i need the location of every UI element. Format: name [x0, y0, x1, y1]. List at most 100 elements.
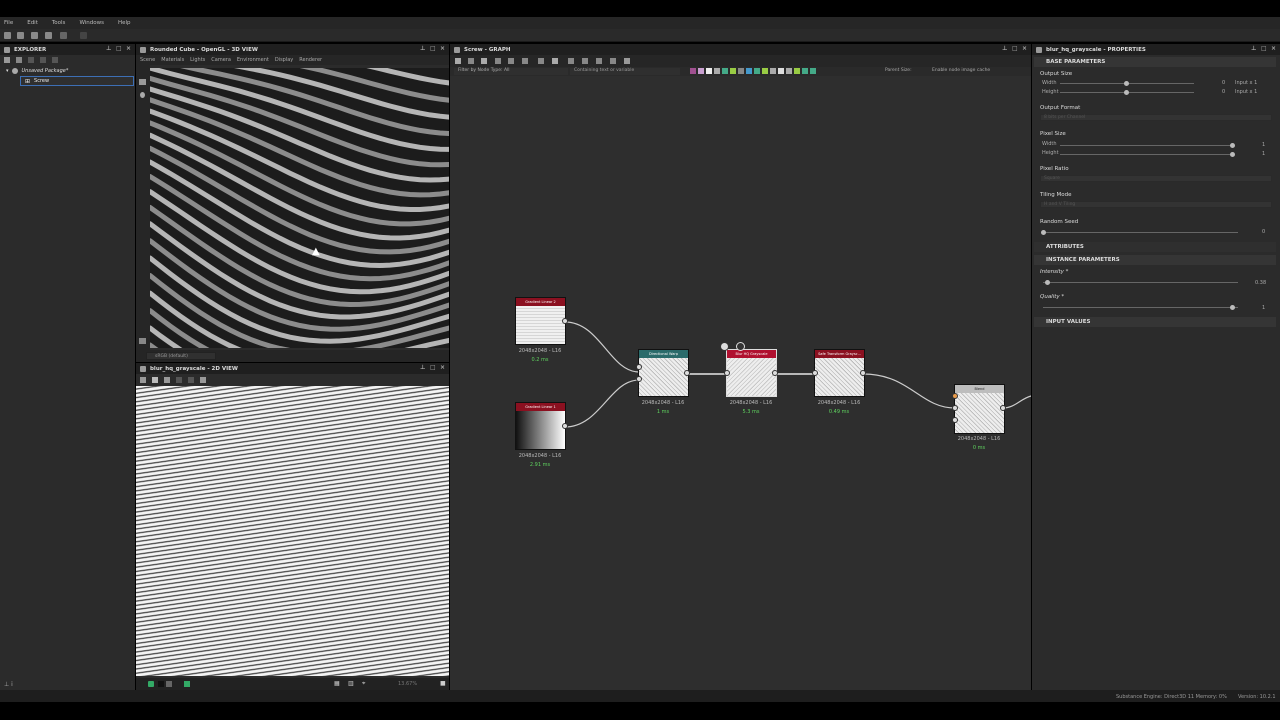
- intensity-slider[interactable]: [1043, 280, 1238, 285]
- grid-icon[interactable]: ▦: [334, 680, 340, 687]
- bg-black-icon[interactable]: [158, 681, 164, 687]
- new-graph-icon[interactable]: [17, 32, 24, 39]
- slider-knob[interactable]: [1230, 305, 1235, 310]
- colorspace-select[interactable]: sRGB (default): [146, 352, 216, 360]
- menu-scene[interactable]: Scene: [140, 57, 155, 63]
- output-width-slider[interactable]: [1060, 81, 1194, 86]
- alpha-icon[interactable]: [176, 377, 182, 383]
- open-icon[interactable]: [31, 32, 38, 39]
- close-icon[interactable]: ×: [1271, 46, 1276, 52]
- output-port[interactable]: [684, 370, 690, 376]
- bg-check-icon[interactable]: [184, 681, 190, 687]
- output-port[interactable]: [860, 370, 866, 376]
- output-height-mode[interactable]: Input x 1: [1235, 89, 1257, 95]
- chart-icon[interactable]: ▥: [348, 680, 354, 687]
- node-settings-icon[interactable]: [736, 342, 745, 351]
- input-values-section[interactable]: INPUT VALUES: [1034, 317, 1276, 327]
- tiling-mode-select[interactable]: H and V Tiling: [1040, 201, 1272, 208]
- close-icon[interactable]: ×: [440, 365, 445, 371]
- menu-environment[interactable]: Environment: [237, 57, 269, 63]
- attributes-section[interactable]: ATTRIBUTES: [1034, 242, 1276, 252]
- pixel-ratio-select[interactable]: Square: [1040, 175, 1272, 182]
- node-blur-hq-grayscale[interactable]: Blur HQ Grayscale: [726, 349, 777, 397]
- new-icon[interactable]: [4, 32, 11, 39]
- menu-display[interactable]: Display: [275, 57, 293, 63]
- copy-icon[interactable]: [164, 377, 170, 383]
- undo-icon[interactable]: [60, 32, 67, 39]
- tree-icon[interactable]: ⊥: [4, 681, 9, 688]
- expand-arrow-icon[interactable]: ▾: [6, 68, 9, 74]
- histogram-icon[interactable]: [200, 377, 206, 383]
- slider-knob[interactable]: [1124, 90, 1129, 95]
- float-icon[interactable]: □: [430, 46, 436, 52]
- node-gradient-linear-2[interactable]: Gradient Linear 2: [515, 297, 566, 345]
- output-height-slider[interactable]: [1060, 90, 1194, 95]
- output-port[interactable]: [772, 370, 778, 376]
- info-icon[interactable]: i: [11, 681, 13, 688]
- menu-lights[interactable]: Lights: [190, 57, 205, 63]
- float-icon[interactable]: □: [1261, 46, 1267, 52]
- save-package-icon[interactable]: [4, 57, 10, 63]
- slider-knob[interactable]: [1230, 152, 1235, 157]
- close-icon[interactable]: ×: [440, 46, 445, 52]
- pin-icon[interactable]: ⊥: [420, 46, 425, 52]
- node-blend[interactable]: Blend: [954, 384, 1005, 434]
- view3d-viewport[interactable]: ▲: [150, 68, 449, 348]
- slider-knob[interactable]: [1041, 230, 1046, 235]
- input-port-mask[interactable]: [952, 417, 958, 423]
- camera-icon[interactable]: [139, 79, 146, 85]
- output-port[interactable]: [562, 423, 568, 429]
- pixel-width-slider[interactable]: [1060, 143, 1235, 148]
- quality-slider[interactable]: [1043, 305, 1238, 310]
- frame-icon[interactable]: ⌖: [362, 680, 365, 688]
- menu-file[interactable]: File: [4, 20, 13, 26]
- base-parameters-section[interactable]: BASE PARAMETERS: [1034, 57, 1276, 67]
- bg-gray-icon[interactable]: [166, 681, 172, 687]
- menu-edit[interactable]: Edit: [27, 20, 38, 26]
- node-directional-warp[interactable]: Directional Warp: [638, 349, 689, 397]
- graph-item-screw[interactable]: ⊞ Screw: [20, 76, 134, 86]
- output-port[interactable]: [1000, 405, 1006, 411]
- menu-help[interactable]: Help: [118, 20, 131, 26]
- instance-parameters-section[interactable]: INSTANCE PARAMETERS: [1034, 255, 1276, 265]
- input-port-background[interactable]: [952, 405, 958, 411]
- slider-knob[interactable]: [1230, 143, 1235, 148]
- close-icon[interactable]: ×: [126, 46, 131, 52]
- lock-icon[interactable]: ■: [440, 680, 446, 687]
- menu-camera[interactable]: Camera: [211, 57, 231, 63]
- random-seed-slider[interactable]: [1041, 230, 1238, 235]
- float-icon[interactable]: □: [430, 365, 436, 371]
- redo-icon[interactable]: [80, 32, 87, 39]
- save-icon[interactable]: [45, 32, 52, 39]
- pin-icon[interactable]: ⊥: [420, 365, 425, 371]
- slider-knob[interactable]: [1124, 81, 1129, 86]
- input-port[interactable]: [636, 364, 642, 370]
- channel-icon[interactable]: [148, 681, 154, 687]
- view2d-viewport[interactable]: [136, 386, 449, 676]
- pin-icon[interactable]: ⊥: [1251, 46, 1256, 52]
- node-gradient-linear-1[interactable]: Gradient Linear 1: [515, 402, 566, 450]
- output-port[interactable]: [562, 318, 568, 324]
- input-port-foreground[interactable]: [952, 393, 958, 399]
- slider-knob[interactable]: [1045, 280, 1050, 285]
- save-image-icon[interactable]: [152, 377, 158, 383]
- fit-icon[interactable]: [140, 377, 146, 383]
- link-icon[interactable]: [40, 57, 46, 63]
- menu-windows[interactable]: Windows: [79, 20, 104, 26]
- pin-icon[interactable]: ⊥: [106, 46, 111, 52]
- input-port[interactable]: [724, 370, 730, 376]
- output-format-select[interactable]: 8 bits per Channel: [1040, 114, 1272, 121]
- output-width-mode[interactable]: Input x 1: [1235, 80, 1257, 86]
- menu-renderer[interactable]: Renderer: [299, 57, 322, 63]
- refresh-icon[interactable]: [16, 57, 22, 63]
- package-item[interactable]: ▾ Unsaved Package*: [0, 66, 135, 76]
- menu-tools[interactable]: Tools: [52, 20, 66, 26]
- input-port[interactable]: [812, 370, 818, 376]
- node-info-icon[interactable]: [720, 342, 729, 351]
- axis-icon[interactable]: [139, 338, 146, 344]
- pixel-height-slider[interactable]: [1060, 152, 1235, 157]
- light-icon[interactable]: [140, 92, 145, 98]
- tile-icon[interactable]: [188, 377, 194, 383]
- add-icon[interactable]: [28, 57, 34, 63]
- folder-icon[interactable]: [52, 57, 58, 63]
